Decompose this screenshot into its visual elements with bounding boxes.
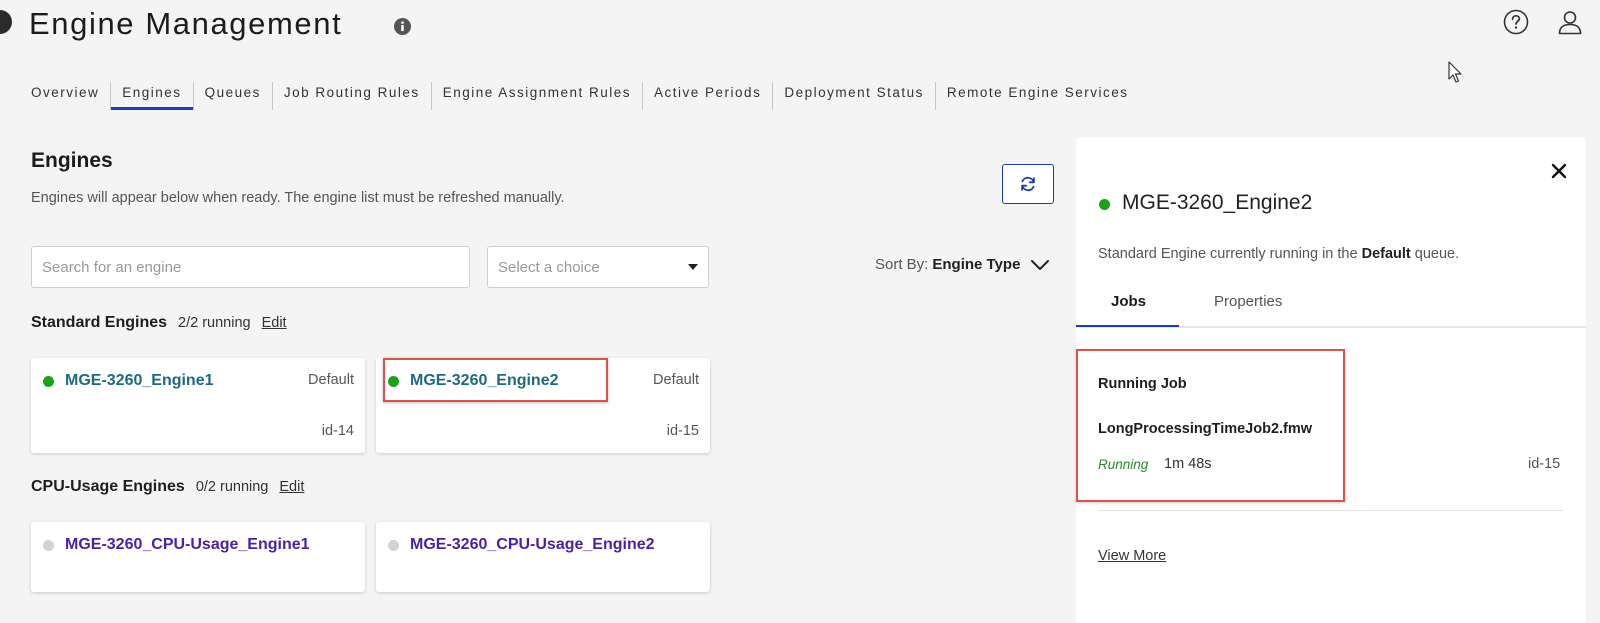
select-placeholder: Select a choice — [498, 258, 600, 276]
group-name: CPU-Usage Engines — [31, 478, 185, 495]
active-tab-indicator — [1076, 325, 1179, 327]
section-title: Engines — [31, 149, 113, 172]
engine-filter-select[interactable]: Select a choice — [487, 246, 709, 288]
job-status: Running — [1098, 457, 1149, 472]
search-input[interactable] — [31, 246, 470, 288]
engine-name[interactable]: MGE-3260_Engine2 — [410, 372, 559, 390]
status-running-icon — [1099, 199, 1110, 210]
tab-deployment-status[interactable]: Deployment Status — [772, 82, 935, 110]
page-title: Engine Management — [29, 6, 343, 41]
group-running-count: 2/2 running — [178, 315, 251, 331]
section-description: Engines will appear below when ready. Th… — [31, 190, 565, 206]
tab-remote-engine-services[interactable]: Remote Engine Services — [934, 82, 1140, 110]
tab-jobs[interactable]: Jobs — [1111, 293, 1146, 310]
standard-engines-header: Standard Engines 2/2 running Edit — [31, 314, 287, 332]
panel-desc-suffix: queue. — [1414, 246, 1460, 262]
group-name: Standard Engines — [31, 314, 168, 331]
user-icon[interactable] — [1557, 9, 1583, 35]
status-stopped-icon — [388, 540, 399, 551]
edit-cpu-engines-link[interactable]: Edit — [279, 479, 304, 495]
refresh-button[interactable] — [1002, 164, 1054, 204]
tab-engines[interactable]: Engines — [110, 82, 193, 110]
sort-by-value: Engine Type — [932, 256, 1021, 273]
status-stopped-icon — [43, 540, 54, 551]
engine-name[interactable]: MGE-3260_CPU-Usage_Engine1 — [65, 536, 310, 554]
sort-by-dropdown[interactable]: Sort By: Engine Type — [875, 256, 1050, 273]
job-name: LongProcessingTimeJob2.fmw — [1098, 421, 1313, 437]
tab-engine-assignment-rules[interactable]: Engine Assignment Rules — [430, 82, 642, 110]
cursor-icon — [1448, 61, 1462, 83]
chevron-down-icon — [1031, 259, 1050, 270]
panel-desc-queue: Default — [1361, 246, 1411, 262]
close-icon[interactable] — [1551, 163, 1567, 179]
engine-id: id-14 — [321, 423, 354, 439]
engine-queue: Default — [308, 372, 354, 388]
engine-name[interactable]: MGE-3260_Engine1 — [65, 372, 214, 390]
tab-active-periods[interactable]: Active Periods — [642, 82, 772, 110]
engine-card[interactable]: MGE-3260_CPU-Usage_Engine2 — [376, 522, 710, 592]
engine-card[interactable]: MGE-3260_Engine1 Default id-14 — [31, 358, 365, 453]
panel-description: Standard Engine currently running in the… — [1098, 246, 1459, 262]
nav-tabs: Overview Engines Queues Job Routing Rule… — [31, 82, 1139, 110]
running-job-label: Running Job — [1098, 376, 1187, 392]
cpu-engines-header: CPU-Usage Engines 0/2 running Edit — [31, 478, 304, 496]
engine-card-selected[interactable]: MGE-3260_Engine2 Default id-15 — [376, 358, 710, 453]
help-icon[interactable] — [1503, 9, 1529, 35]
engine-card[interactable]: MGE-3260_CPU-Usage_Engine1 — [31, 522, 365, 592]
edit-standard-engines-link[interactable]: Edit — [262, 315, 287, 331]
engine-name[interactable]: MGE-3260_CPU-Usage_Engine2 — [410, 536, 655, 554]
refresh-icon — [1021, 176, 1035, 192]
tab-overview[interactable]: Overview — [31, 82, 110, 110]
logo — [0, 10, 12, 34]
panel-tabs: Jobs Properties — [1076, 283, 1586, 328]
caret-down-icon — [688, 264, 698, 270]
group-running-count: 0/2 running — [195, 479, 269, 495]
divider — [1098, 510, 1563, 511]
job-elapsed-time: 1m 48s — [1164, 456, 1212, 472]
engine-id: id-15 — [666, 423, 699, 439]
tab-job-routing-rules[interactable]: Job Routing Rules — [271, 82, 431, 110]
info-icon[interactable] — [394, 18, 411, 35]
tab-queues[interactable]: Queues — [192, 82, 272, 110]
sort-by-label: Sort By: — [875, 256, 929, 273]
status-running-icon — [43, 376, 54, 387]
tab-properties[interactable]: Properties — [1214, 293, 1282, 310]
job-engine-id: id-15 — [1528, 456, 1561, 472]
panel-desc-prefix: Standard Engine currently running in the — [1098, 246, 1358, 262]
panel-title: MGE-3260_Engine2 — [1122, 191, 1313, 214]
engine-queue: Default — [653, 372, 699, 388]
view-more-link[interactable]: View More — [1098, 548, 1166, 564]
status-running-icon — [388, 376, 399, 387]
